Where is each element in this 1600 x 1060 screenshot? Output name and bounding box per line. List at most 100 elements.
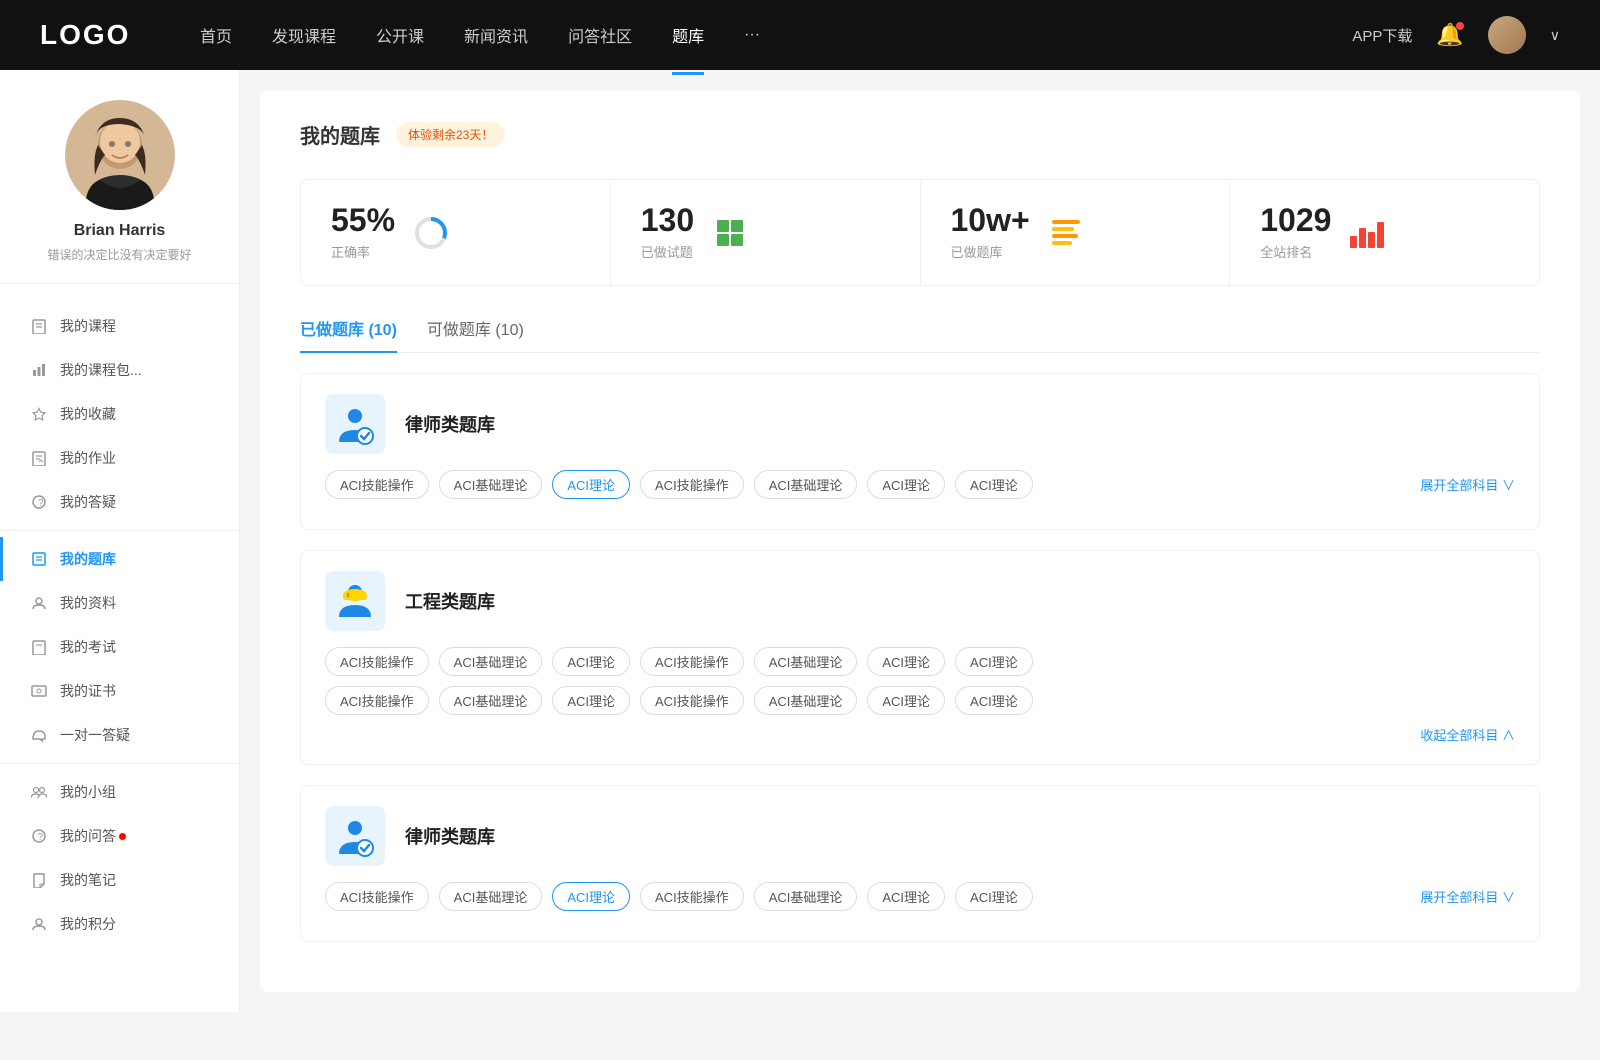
rank-chart-icon bbox=[1347, 213, 1387, 253]
tag-item[interactable]: ACI技能操作 bbox=[640, 647, 744, 676]
stat-rank-text: 1029 全站排名 bbox=[1260, 204, 1331, 261]
qbank-tags-engineer-row2: ACI技能操作 ACI基础理论 ACI理论 ACI技能操作 ACI基础理论 AC… bbox=[325, 686, 1515, 715]
sidebar-label-homework: 我的作业 bbox=[60, 448, 116, 468]
sidebar-divider-2 bbox=[0, 763, 239, 764]
tag-item[interactable]: ACI基础理论 bbox=[439, 686, 543, 715]
sidebar-item-points[interactable]: 我的积分 bbox=[0, 902, 239, 946]
tag-item[interactable]: ACI基础理论 bbox=[754, 882, 858, 911]
profile-icon bbox=[30, 594, 48, 612]
nav-discover[interactable]: 发现课程 bbox=[272, 19, 336, 51]
tag-item[interactable]: ACI技能操作 bbox=[640, 686, 744, 715]
sidebar-item-1on1[interactable]: 一对一答疑 bbox=[0, 713, 239, 757]
tag-item[interactable]: ACI理论 bbox=[552, 686, 630, 715]
expand-link-lawyer-2[interactable]: 展开全部科目 ∨ bbox=[1420, 887, 1515, 906]
notification-bell[interactable]: 🔔 bbox=[1436, 22, 1463, 48]
tag-item[interactable]: ACI理论 bbox=[867, 686, 945, 715]
sidebar-item-course-pkg[interactable]: 我的课程包... bbox=[0, 348, 239, 392]
tag-item[interactable]: ACI理论 bbox=[552, 647, 630, 676]
app-download-link[interactable]: APP下载 bbox=[1352, 25, 1412, 46]
nav-links: 首页 发现课程 公开课 新闻资讯 问答社区 题库 ··· bbox=[200, 19, 1352, 51]
sidebar-divider-1 bbox=[0, 530, 239, 531]
tag-item[interactable]: ACI技能操作 bbox=[325, 686, 429, 715]
bar-chart bbox=[1350, 218, 1384, 248]
sidebar-label-profile: 我的资料 bbox=[60, 593, 116, 613]
qbank-title-lawyer-1: 律师类题库 bbox=[405, 411, 495, 437]
sidebar-item-cert[interactable]: 我的证书 bbox=[0, 669, 239, 713]
svg-text:?: ? bbox=[38, 832, 44, 843]
logo[interactable]: LOGO bbox=[40, 19, 140, 51]
expand-link-lawyer-1[interactable]: 展开全部科目 ∨ bbox=[1420, 475, 1515, 494]
sidebar-item-qa[interactable]: ? 我的答疑 bbox=[0, 480, 239, 524]
notification-dot bbox=[1456, 22, 1464, 30]
nav-more[interactable]: ··· bbox=[744, 22, 760, 48]
tag-item[interactable]: ACI技能操作 bbox=[325, 647, 429, 676]
nav-home[interactable]: 首页 bbox=[200, 19, 232, 51]
qbank-tags-engineer-row1: ACI技能操作 ACI基础理论 ACI理论 ACI技能操作 ACI基础理论 AC… bbox=[325, 647, 1515, 676]
notes-icon bbox=[30, 871, 48, 889]
accuracy-chart-icon bbox=[411, 213, 451, 253]
tag-item[interactable]: ACI基础理论 bbox=[754, 647, 858, 676]
tag-item[interactable]: ACI基础理论 bbox=[754, 686, 858, 715]
sidebar-item-favorites[interactable]: 我的收藏 bbox=[0, 392, 239, 436]
sidebar-label-questions: 我的问答 bbox=[60, 826, 116, 846]
sidebar-label-favorites: 我的收藏 bbox=[60, 404, 116, 424]
stat-done-questions: 130 已做试题 bbox=[611, 180, 921, 285]
qbank-header-lawyer-1: 律师类题库 bbox=[325, 394, 1515, 454]
nav-open-course[interactable]: 公开课 bbox=[376, 19, 424, 51]
stat-accuracy-number: 55% bbox=[331, 204, 395, 236]
tab-available-banks[interactable]: 可做题库 (10) bbox=[427, 316, 524, 352]
tag-item[interactable]: ACI理论 bbox=[867, 470, 945, 499]
tag-item-active[interactable]: ACI理论 bbox=[552, 882, 630, 911]
done-questions-icon bbox=[710, 213, 750, 253]
sidebar-profile: Brian Harris 错误的决定比没有决定要好 bbox=[0, 100, 239, 284]
sidebar-item-notes[interactable]: 我的笔记 bbox=[0, 858, 239, 902]
avatar-chevron-icon[interactable]: ∨ bbox=[1550, 27, 1560, 44]
stat-done-banks-text: 10w+ 已做题库 bbox=[951, 204, 1030, 261]
sidebar-item-qbank[interactable]: 我的题库 bbox=[0, 537, 239, 581]
tag-item[interactable]: ACI基础理论 bbox=[439, 470, 543, 499]
nav-qbank[interactable]: 题库 bbox=[672, 19, 704, 51]
sidebar-item-homework[interactable]: 我的作业 bbox=[0, 436, 239, 480]
sidebar-item-exam[interactable]: 我的考试 bbox=[0, 625, 239, 669]
user-avatar[interactable] bbox=[1488, 16, 1526, 54]
sidebar-item-my-course[interactable]: 我的课程 bbox=[0, 304, 239, 348]
qbank-lawyer2-icon-circle bbox=[325, 806, 385, 866]
sidebar-item-group[interactable]: 我的小组 bbox=[0, 770, 239, 814]
grid-icon bbox=[717, 220, 743, 246]
main-content: 我的题库 体验剩余23天！ 55% 正确率 bbox=[260, 90, 1580, 992]
qbank-tags-lawyer-1: ACI技能操作 ACI基础理论 ACI理论 ACI技能操作 ACI基础理论 AC… bbox=[325, 470, 1515, 499]
tag-item[interactable]: ACI基础理论 bbox=[754, 470, 858, 499]
tag-item[interactable]: ACI理论 bbox=[867, 647, 945, 676]
tag-item[interactable]: ACI理论 bbox=[955, 470, 1033, 499]
profile-avatar bbox=[65, 100, 175, 210]
profile-motto: 错误的决定比没有决定要好 bbox=[47, 246, 191, 263]
tag-item[interactable]: ACI基础理论 bbox=[439, 647, 543, 676]
qbank-header-lawyer-2: 律师类题库 bbox=[325, 806, 1515, 866]
tag-item[interactable]: ACI理论 bbox=[867, 882, 945, 911]
tag-item[interactable]: ACI技能操作 bbox=[640, 470, 744, 499]
sidebar-label-course-pkg: 我的课程包... bbox=[60, 360, 142, 380]
nav-news[interactable]: 新闻资讯 bbox=[464, 19, 528, 51]
one-on-one-icon bbox=[30, 726, 48, 744]
tag-item[interactable]: ACI基础理论 bbox=[439, 882, 543, 911]
collapse-link-engineer[interactable]: 收起全部科目 ∧ bbox=[325, 725, 1515, 744]
qbank-item-engineer: 工程类题库 ACI技能操作 ACI基础理论 ACI理论 ACI技能操作 ACI基… bbox=[300, 550, 1540, 765]
sidebar-item-profile[interactable]: 我的资料 bbox=[0, 581, 239, 625]
tag-item-active[interactable]: ACI理论 bbox=[552, 470, 630, 499]
questions-icon: ? bbox=[30, 827, 48, 845]
tag-item[interactable]: ACI理论 bbox=[955, 686, 1033, 715]
tag-item[interactable]: ACI技能操作 bbox=[640, 882, 744, 911]
tag-item[interactable]: ACI技能操作 bbox=[325, 470, 429, 499]
nav-qa[interactable]: 问答社区 bbox=[568, 19, 632, 51]
stat-rank: 1029 全站排名 bbox=[1230, 180, 1539, 285]
tag-item[interactable]: ACI理论 bbox=[955, 647, 1033, 676]
tag-item[interactable]: ACI技能操作 bbox=[325, 882, 429, 911]
qbank-tags-lawyer-2: ACI技能操作 ACI基础理论 ACI理论 ACI技能操作 ACI基础理论 AC… bbox=[325, 882, 1515, 911]
tag-item[interactable]: ACI理论 bbox=[955, 882, 1033, 911]
done-banks-icon bbox=[1046, 213, 1086, 253]
homework-icon bbox=[30, 449, 48, 467]
sidebar-label-points: 我的积分 bbox=[60, 914, 116, 934]
sidebar-item-questions[interactable]: ? 我的问答 bbox=[0, 814, 239, 858]
tab-done-banks[interactable]: 已做题库 (10) bbox=[300, 316, 397, 352]
sidebar: Brian Harris 错误的决定比没有决定要好 我的课程 我的课程包... bbox=[0, 70, 240, 1012]
